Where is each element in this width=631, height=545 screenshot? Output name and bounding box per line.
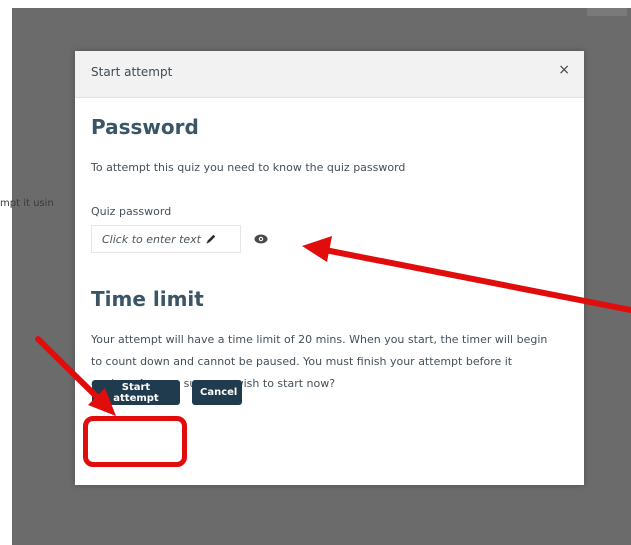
pencil-icon — [206, 234, 216, 244]
backdrop-corner-mark — [587, 8, 627, 16]
quiz-password-input[interactable]: Click to enter text — [91, 225, 241, 253]
password-placeholder: Click to enter text — [102, 232, 201, 246]
eye-icon[interactable] — [254, 233, 268, 245]
time-limit-heading: Time limit — [91, 287, 204, 311]
dialog-header: Start attempt × — [75, 51, 584, 98]
password-heading: Password — [91, 115, 199, 139]
close-icon[interactable]: × — [558, 63, 570, 77]
backdrop-partial-text: mpt it usin — [0, 198, 54, 209]
cancel-button[interactable]: Cancel — [192, 380, 242, 405]
password-label: Quiz password — [91, 205, 172, 218]
start-attempt-dialog: Start attempt × Password To attempt this… — [75, 51, 584, 485]
password-intro: To attempt this quiz you need to know th… — [91, 161, 406, 174]
screenshot-stage: mpt it usin Start attempt × Password To … — [0, 0, 631, 545]
start-attempt-button[interactable]: Start attempt — [92, 380, 180, 405]
dialog-title: Start attempt — [91, 65, 173, 79]
